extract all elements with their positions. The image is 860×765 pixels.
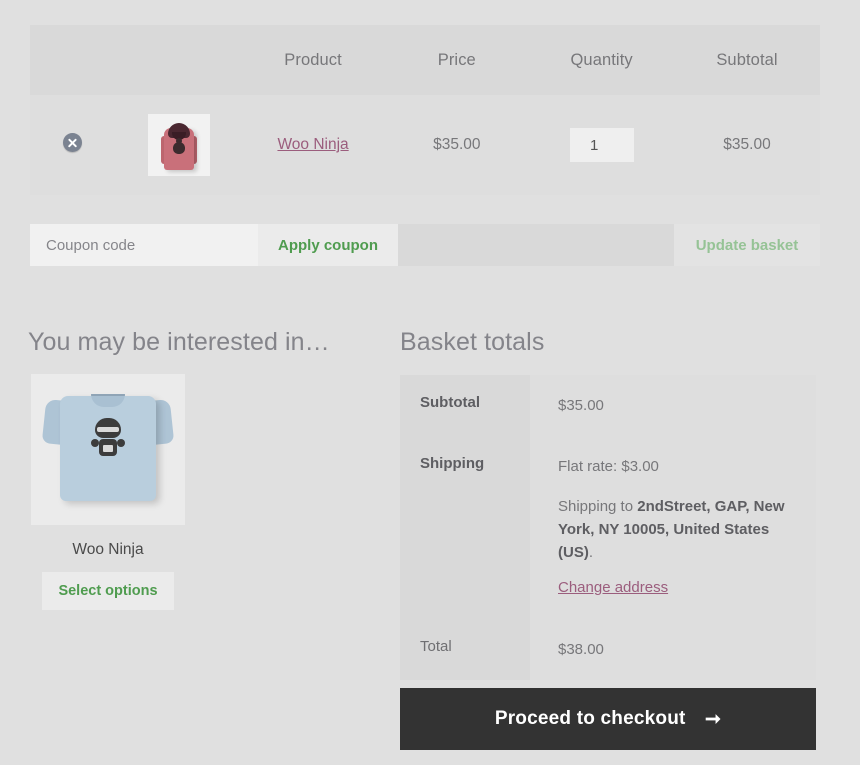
ninja-graphic-icon [91, 418, 125, 460]
cart-page: Product Price Quantity Subtotal Woo Ninj… [0, 0, 860, 765]
totals-row-shipping: Shipping Flat rate: $3.00 Shipping to 2n… [400, 436, 816, 619]
coupon-code-input[interactable] [30, 224, 258, 266]
arrow-right-icon: ➞ [705, 708, 722, 730]
cart-table: Product Price Quantity Subtotal Woo Ninj… [30, 25, 820, 195]
basket-totals-heading: Basket totals [400, 328, 545, 356]
ninja-eyes [97, 427, 119, 432]
header-remove [30, 25, 116, 95]
remove-item-icon[interactable] [63, 133, 83, 152]
ninja-arm-right [117, 439, 125, 447]
header-product: Product [241, 25, 385, 95]
hoodie-logo [172, 138, 185, 154]
product-link-woo-ninja[interactable]: Woo Ninja [277, 136, 348, 153]
cart-table-head: Product Price Quantity Subtotal [30, 25, 820, 95]
remove-cell [30, 95, 116, 195]
product-price: $35.00 [384, 95, 530, 195]
cart-header-row: Product Price Quantity Subtotal [30, 25, 820, 95]
thumbnail-cell [115, 95, 242, 195]
upsell-product-card: Woo Ninja Select options [31, 374, 185, 610]
ninja-belt [103, 445, 113, 452]
shipping-to-prefix: Shipping to [558, 497, 638, 515]
upsell-product-name: Woo Ninja [72, 541, 144, 558]
cart-table-body: Woo Ninja $35.00 $35.00 [30, 95, 820, 195]
quantity-input[interactable] [569, 128, 634, 162]
basket-totals-table: Subtotal $35.00 Shipping Flat rate: $3.0… [400, 375, 816, 680]
quantity-cell [529, 95, 675, 195]
cart-actions-row: Apply coupon Update basket [30, 224, 820, 266]
totals-row-subtotal: Subtotal $35.00 [400, 375, 816, 437]
product-name-cell: Woo Ninja [241, 95, 385, 195]
apply-coupon-button[interactable]: Apply coupon [258, 224, 398, 266]
totals-label-subtotal: Subtotal [400, 375, 530, 437]
header-quantity: Quantity [529, 25, 675, 95]
totals-value-total: $38.00 [530, 618, 816, 680]
header-thumbnail [115, 25, 242, 95]
change-address-link[interactable]: Change address [558, 579, 668, 596]
cart-item-row: Woo Ninja $35.00 $35.00 [30, 95, 820, 195]
update-basket-button[interactable]: Update basket [674, 224, 820, 266]
upsell-thumbnail-tshirt-icon[interactable] [31, 374, 185, 525]
totals-value-shipping: Flat rate: $3.00 Shipping to 2ndStreet, … [530, 436, 816, 619]
shipping-destination: Shipping to 2ndStreet, GAP, New York, NY… [558, 495, 800, 565]
header-subtotal: Subtotal [674, 25, 820, 95]
select-options-button[interactable]: Select options [42, 572, 174, 610]
header-price: Price [384, 25, 530, 95]
totals-label-total: Total [400, 618, 530, 680]
product-thumbnail-hoodie-icon[interactable] [147, 114, 210, 176]
totals-value-subtotal: $35.00 [530, 375, 816, 437]
ninja-arm-left [91, 439, 99, 447]
checkout-label: Proceed to checkout [494, 707, 686, 729]
proceed-to-checkout-button[interactable]: Proceed to checkout ➞ [400, 688, 816, 750]
shipping-method: Flat rate: $3.00 [558, 458, 659, 476]
totals-row-total: Total $38.00 [400, 618, 816, 680]
shipping-address-period: . [588, 544, 593, 561]
totals-label-shipping: Shipping [400, 436, 530, 619]
product-subtotal: $35.00 [674, 95, 820, 195]
basket-totals-body: Subtotal $35.00 Shipping Flat rate: $3.0… [400, 375, 816, 680]
upsell-heading: You may be interested in… [28, 328, 330, 356]
